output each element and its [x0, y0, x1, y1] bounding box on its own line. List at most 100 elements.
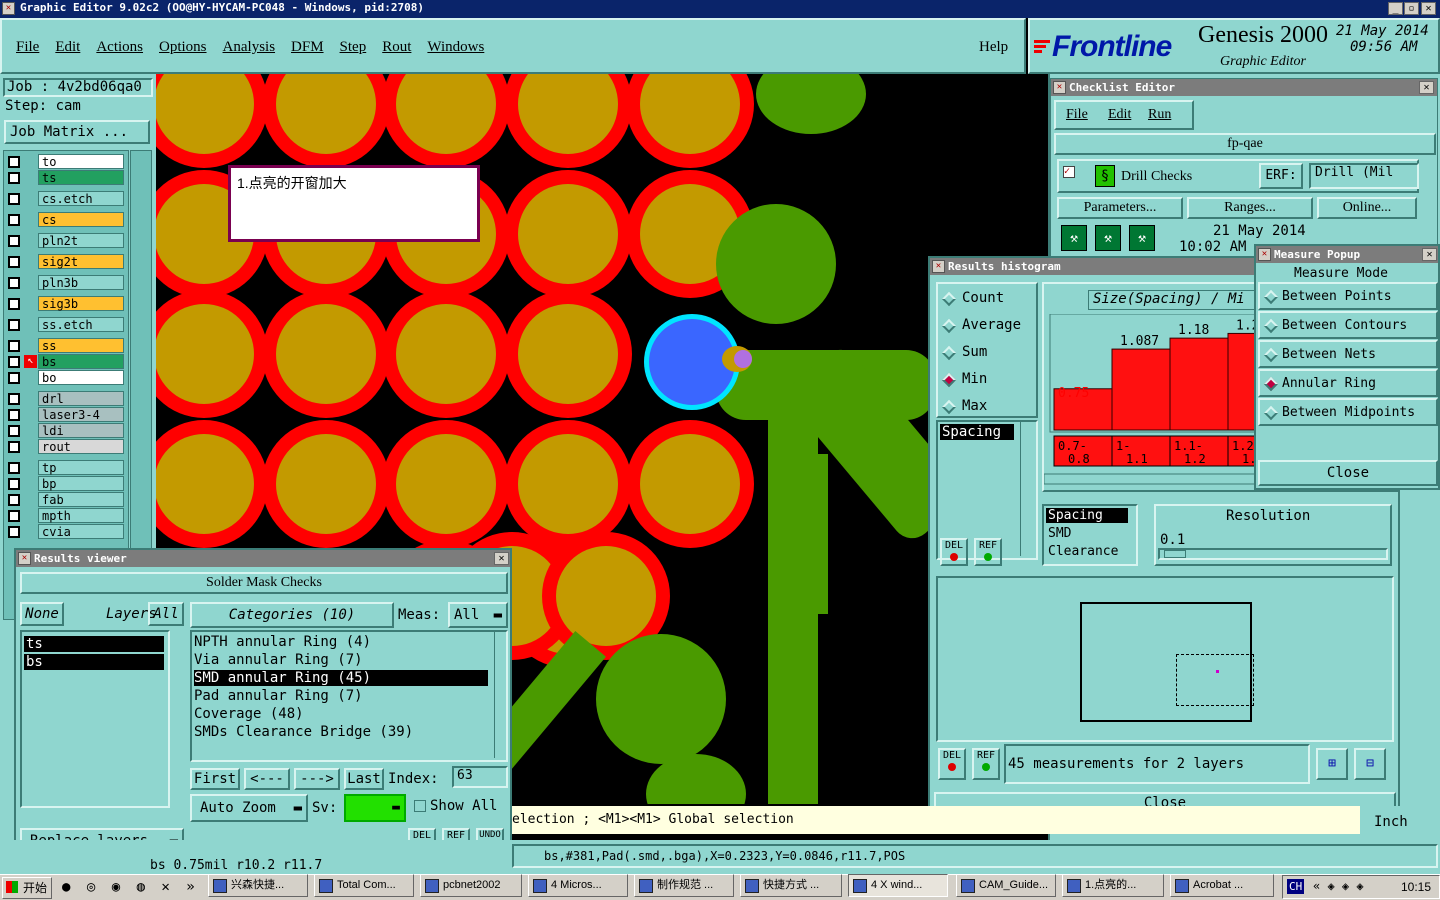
layer-checkbox[interactable] — [8, 193, 20, 205]
smd-pad[interactable] — [504, 290, 632, 418]
layer-name[interactable]: ts — [38, 170, 124, 185]
auto-zoom-dropdown[interactable]: Auto Zoom ▬ — [190, 794, 308, 822]
layer-checkbox[interactable] — [8, 393, 20, 405]
mode-sum-radio[interactable] — [941, 345, 957, 361]
del-button[interactable]: DEL — [940, 538, 968, 566]
layer-checkbox[interactable] — [8, 235, 20, 247]
run-icon-2[interactable]: ⚒ — [1095, 225, 1121, 251]
layer-checkbox[interactable] — [8, 425, 20, 437]
zoom-icon-1[interactable]: ⊞ — [1316, 748, 1348, 780]
mode-count-radio[interactable] — [941, 291, 957, 307]
show-all-checkbox[interactable] — [414, 800, 426, 812]
category-1[interactable]: Via annular Ring (7) — [194, 652, 363, 668]
measure-close-icon[interactable]: ✕ — [1422, 248, 1437, 261]
menu-help[interactable]: Help — [979, 39, 1008, 56]
job-matrix-button[interactable]: Job Matrix ... — [4, 120, 150, 144]
smd-pad[interactable] — [504, 420, 632, 548]
layer-checkbox[interactable] — [8, 256, 20, 268]
layer-name[interactable]: rout — [38, 439, 124, 454]
menu-options[interactable]: Options — [159, 39, 207, 56]
checklist-menu-file[interactable]: File — [1066, 107, 1088, 123]
smd-pad[interactable] — [626, 420, 754, 548]
layer-name[interactable]: to — [38, 154, 124, 169]
measure-option-between-midpoints[interactable]: Between Midpoints — [1258, 398, 1438, 426]
category-scrollbar[interactable] — [494, 632, 506, 758]
layer-checkbox[interactable] — [8, 298, 20, 310]
layer-name[interactable]: ldi — [38, 423, 124, 438]
type-clearance[interactable]: Clearance — [1048, 544, 1118, 559]
zoom-icon-2[interactable]: ⊟ — [1354, 748, 1386, 780]
taskbar-item-6[interactable]: 4 X wind... — [848, 874, 948, 897]
layer-row-ss[interactable]: ss — [6, 338, 124, 353]
menu-step[interactable]: Step — [340, 39, 367, 56]
layer-checkbox[interactable] — [8, 526, 20, 538]
layer-row-ts[interactable]: ts — [6, 170, 124, 185]
smd-pad[interactable] — [156, 420, 268, 548]
smd-pad[interactable] — [504, 170, 632, 298]
ref-button[interactable]: REF — [974, 538, 1002, 566]
smd-pad[interactable] — [382, 74, 510, 168]
histogram-bar[interactable] — [1111, 348, 1171, 431]
layer-row-ldi[interactable]: ldi — [6, 423, 124, 438]
menu-rout[interactable]: Rout — [382, 39, 411, 56]
smd-pad[interactable] — [382, 290, 510, 418]
quicklaunch-icons[interactable]: ● ◎ ◉ ◍ ✕ » — [62, 879, 199, 895]
layer-checkbox[interactable] — [8, 172, 20, 184]
taskbar-item-2[interactable]: pcbnet2002 — [420, 874, 522, 897]
type-spacing[interactable]: Spacing — [1046, 508, 1128, 523]
smd-pad[interactable] — [504, 74, 632, 168]
next-button[interactable]: ---> — [294, 768, 340, 790]
category-2-selected[interactable]: SMD annular Ring (45) — [194, 670, 488, 686]
layer-row-rout[interactable]: rout — [6, 439, 124, 454]
layer-row-bp[interactable]: bp — [6, 476, 124, 491]
prev-button[interactable]: <--- — [244, 768, 290, 790]
layer-name[interactable]: bo — [38, 370, 124, 385]
smd-pad[interactable] — [156, 290, 268, 418]
measure-option-between-points[interactable]: Between Points — [1258, 282, 1438, 310]
layer-checkbox[interactable] — [8, 156, 20, 168]
measure-option-annular-ring[interactable]: Annular Ring — [1258, 369, 1438, 397]
layer-name[interactable]: cs.etch — [38, 191, 124, 206]
taskbar-item-7[interactable]: CAM_Guide... — [956, 874, 1056, 897]
results-layer-bs[interactable]: bs — [24, 654, 164, 670]
category-3[interactable]: Pad annular Ring (7) — [194, 688, 363, 704]
taskbar-item-5[interactable]: 快捷方式 ... — [740, 874, 842, 897]
mode-count[interactable]: Count — [962, 290, 1004, 306]
tray-icons[interactable]: « ◈ ◈ ◈ — [1313, 879, 1364, 893]
layer-name[interactable]: ss.etch — [38, 317, 124, 332]
menu-analysis[interactable]: Analysis — [223, 39, 276, 56]
online-button[interactable]: Online... — [1317, 197, 1417, 219]
measure-option-between-nets[interactable]: Between Nets — [1258, 340, 1438, 368]
check-checkbox[interactable]: ✓ — [1063, 166, 1075, 178]
checklist-menu-run[interactable]: Run — [1148, 107, 1171, 123]
resolution-slider[interactable] — [1158, 548, 1388, 560]
index-field[interactable]: 63 — [452, 766, 508, 788]
mode-max-radio[interactable] — [941, 399, 957, 415]
layer-row-fab[interactable]: fab — [6, 492, 124, 507]
layer-row-cs-etch[interactable]: cs.etch — [6, 191, 124, 206]
layer-checkbox[interactable] — [8, 372, 20, 384]
preview-ref-button[interactable]: REF — [972, 748, 1000, 780]
smd-pad[interactable] — [382, 420, 510, 548]
layer-row-tp[interactable]: tp — [6, 460, 124, 475]
measure-type-scroll[interactable] — [1020, 422, 1034, 556]
layer-checkbox[interactable] — [8, 510, 20, 522]
meas-dropdown[interactable]: All ▬ — [448, 602, 508, 628]
taskbar-item-9[interactable]: Acrobat ... — [1170, 874, 1274, 897]
layer-name[interactable]: tp — [38, 460, 124, 475]
mode-max[interactable]: Max — [962, 398, 987, 414]
category-0[interactable]: NPTH annular Ring (4) — [194, 634, 371, 650]
mode-average-radio[interactable] — [941, 318, 957, 334]
layer-name[interactable]: bs — [38, 354, 124, 369]
layer-row-laser3-4[interactable]: laser3-4 — [6, 407, 124, 422]
none-button[interactable]: None — [20, 602, 64, 626]
results-close-icon[interactable]: ✕ — [494, 552, 509, 565]
smd-pad[interactable] — [262, 74, 390, 168]
taskbar-item-1[interactable]: Total Com... — [314, 874, 414, 897]
layer-row-cvia[interactable]: cvia — [6, 524, 124, 539]
menu-windows[interactable]: Windows — [427, 39, 484, 56]
erf-field[interactable]: Drill (Mil — [1309, 163, 1419, 189]
mode-average[interactable]: Average — [962, 317, 1021, 333]
layer-checkbox[interactable] — [8, 214, 20, 226]
taskbar-item-8[interactable]: 1.点亮的... — [1062, 874, 1164, 897]
